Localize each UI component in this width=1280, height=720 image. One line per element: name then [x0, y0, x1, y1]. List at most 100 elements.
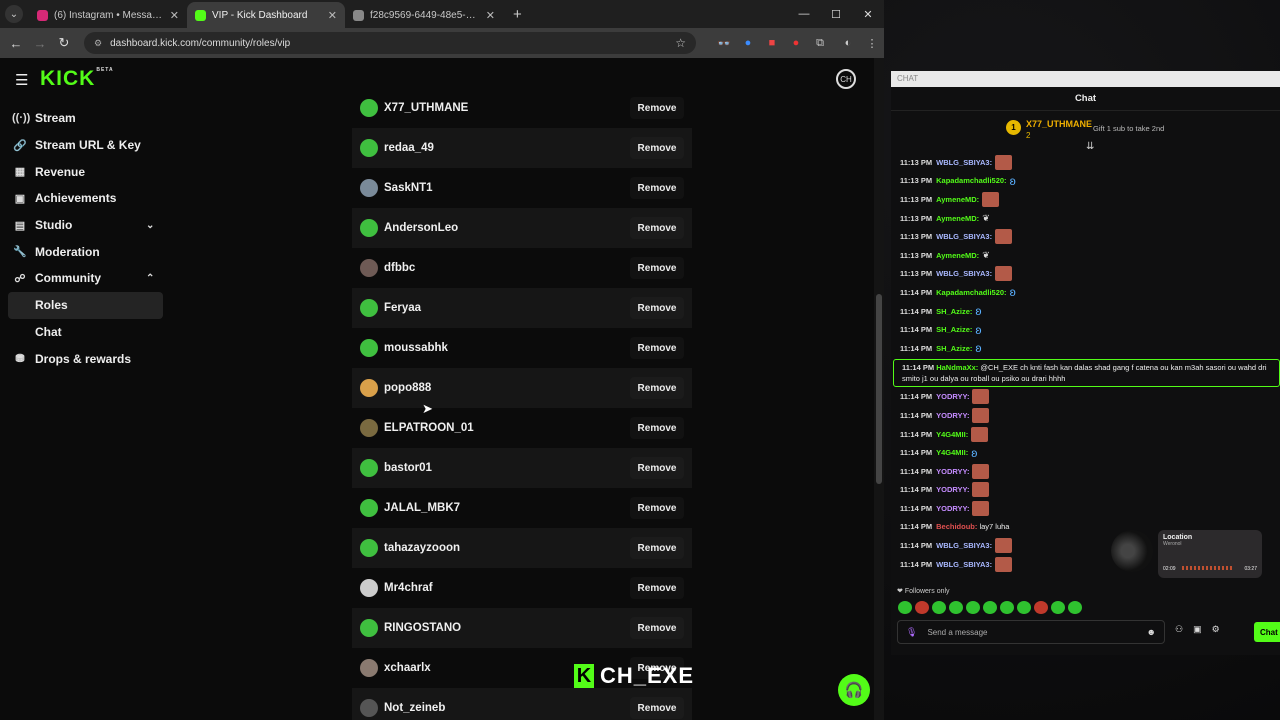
message-user[interactable]: Kapadamchadli520: — [936, 176, 1006, 185]
emote-icon[interactable] — [983, 601, 997, 614]
remove-vip-button[interactable]: Remove — [630, 417, 684, 439]
user-avatar[interactable]: CH — [836, 69, 856, 89]
page-scrollbar[interactable] — [874, 58, 884, 720]
send-chat-button[interactable]: Chat — [1254, 622, 1280, 642]
message-user[interactable]: SH_Azize: — [936, 325, 972, 334]
tab-close-icon[interactable]: ✕ — [328, 9, 337, 22]
message-user[interactable]: Kapadamchadli520: — [936, 288, 1006, 297]
remove-vip-button[interactable]: Remove — [630, 337, 684, 359]
new-tab-plus-icon[interactable]: + — [513, 6, 522, 23]
url-field[interactable]: ⚙ dashboard.kick.com/community/roles/vip… — [84, 32, 696, 54]
sidebar-item-roles[interactable]: Roles — [8, 291, 163, 319]
vip-username[interactable]: Mr4chraf — [384, 582, 433, 594]
browser-tab[interactable]: f28c9569-6449-48e5-9f11-502... ✕ — [345, 2, 503, 28]
remove-vip-button[interactable]: Remove — [630, 617, 684, 639]
extension-record-icon[interactable]: ● — [784, 32, 808, 54]
message-user[interactable]: WBLG_SBIYA3: — [936, 269, 992, 278]
sidebar-item-achievements[interactable]: ▣ Achievements — [0, 185, 175, 212]
remove-vip-button[interactable]: Remove — [630, 217, 684, 239]
emote-icon[interactable] — [1068, 601, 1082, 614]
mic-icon[interactable]: 🎙 — [906, 627, 917, 638]
sidebar-item-stream[interactable]: ((·)) Stream — [0, 105, 175, 132]
emote-icon[interactable] — [1051, 601, 1065, 614]
message-user[interactable]: Y4G4MII: — [936, 430, 968, 439]
vip-username[interactable]: popo888 — [384, 382, 431, 394]
emote-icon[interactable] — [1034, 601, 1048, 614]
chat-message-input[interactable]: 🎙 Send a message ☻ — [897, 620, 1165, 644]
vip-username[interactable]: RINGOSTANO — [384, 622, 461, 634]
emote-icon[interactable] — [1000, 601, 1014, 614]
message-user[interactable]: WBLG_SBIYA3: — [936, 560, 992, 569]
remove-vip-button[interactable]: Remove — [630, 457, 684, 479]
emote-icon[interactable] — [915, 601, 929, 614]
tab-search-chevron-icon[interactable]: ⌄ — [5, 5, 23, 23]
gift-icon[interactable]: ▣ — [1193, 624, 1202, 635]
message-user[interactable]: AymeneMD: — [936, 195, 979, 204]
message-user[interactable]: YODRYY: — [936, 411, 969, 420]
vip-username[interactable]: Not_zeineb — [384, 702, 445, 714]
message-user[interactable]: HaNdmaXx: — [936, 363, 978, 372]
chevron-icon[interactable]: ⌄ — [146, 220, 154, 231]
emoji-picker-icon[interactable]: ☻ — [1147, 627, 1156, 637]
remove-vip-button[interactable]: Remove — [630, 177, 684, 199]
sidebar-item-community[interactable]: ☍ Community ⌃ — [0, 265, 175, 292]
sidebar-item-stream-url-key[interactable]: 🔗 Stream URL & Key — [0, 132, 175, 159]
message-user[interactable]: Y4G4MII: — [936, 448, 968, 457]
support-headset-icon[interactable]: 🎧 — [838, 674, 870, 706]
message-user[interactable]: SH_Azize: — [936, 307, 972, 316]
extensions-puzzle-icon[interactable]: ⧉ — [808, 32, 832, 54]
vip-username[interactable]: SaskNT1 — [384, 182, 433, 194]
sidebar-item-revenue[interactable]: ▦ Revenue — [0, 158, 175, 185]
vip-username[interactable]: bastor01 — [384, 462, 432, 474]
sidebar-item-chat[interactable]: Chat — [0, 319, 175, 346]
hamburger-menu-icon[interactable]: ☰ — [15, 71, 28, 89]
emote-icon[interactable] — [949, 601, 963, 614]
vip-username[interactable]: Feryaa — [384, 302, 421, 314]
forward-arrow-icon[interactable]: → — [28, 36, 52, 51]
remove-vip-button[interactable]: Remove — [630, 377, 684, 399]
remove-vip-button[interactable]: Remove — [630, 297, 684, 319]
remove-vip-button[interactable]: Remove — [630, 697, 684, 719]
emote-icon[interactable] — [966, 601, 980, 614]
reload-icon[interactable]: ↻ — [52, 35, 76, 51]
minimize-icon[interactable]: — — [788, 0, 820, 28]
remove-vip-button[interactable]: Remove — [630, 137, 684, 159]
message-user[interactable]: YODRYY: — [936, 392, 969, 401]
vip-username[interactable]: dfbbc — [384, 262, 415, 274]
remove-vip-button[interactable]: Remove — [630, 537, 684, 559]
remove-vip-button[interactable]: Remove — [630, 577, 684, 599]
remove-vip-button[interactable]: Remove — [630, 97, 684, 119]
site-info-icon[interactable]: ⚙ — [94, 38, 102, 49]
profile-avatar-icon[interactable]: ◐ — [836, 32, 860, 54]
emote-icon[interactable] — [932, 601, 946, 614]
gift-sub-prompt[interactable]: Gift 1 sub to take 2nd — [1093, 124, 1164, 133]
vip-username[interactable]: moussabhk — [384, 342, 448, 354]
sidebar-item-drops-rewards[interactable]: ⛃ Drops & rewards — [0, 345, 175, 372]
browser-menu-icon[interactable]: ⋮ — [860, 32, 884, 54]
vip-username[interactable]: X77_UTHMANE — [384, 102, 468, 114]
sidebar-item-studio[interactable]: ▤ Studio ⌄ — [0, 212, 175, 239]
vip-username[interactable]: AndersonLeo — [384, 222, 458, 234]
vip-username[interactable]: ELPATROON_01 — [384, 422, 474, 434]
chevron-icon[interactable]: ⌃ — [146, 273, 154, 284]
tab-close-icon[interactable]: ✕ — [486, 9, 495, 22]
message-user[interactable]: WBLG_SBIYA3: — [936, 541, 992, 550]
remove-vip-button[interactable]: Remove — [630, 257, 684, 279]
extension-shield-icon[interactable]: ● — [736, 32, 760, 54]
bookmark-star-icon[interactable]: ☆ — [675, 36, 686, 50]
message-user[interactable]: Bechidoub: — [936, 522, 977, 531]
emote-icon[interactable] — [1017, 601, 1031, 614]
sidebar-item-moderation[interactable]: 🔧 Moderation — [0, 238, 175, 265]
vip-username[interactable]: JALAL_MBK7 — [384, 502, 460, 514]
message-user[interactable]: WBLG_SBIYA3: — [936, 158, 992, 167]
extension-red-icon[interactable]: ■ — [760, 32, 784, 54]
close-window-icon[interactable]: ✕ — [852, 0, 884, 28]
browser-tab[interactable]: (6) Instagram • Messages ✕ — [29, 2, 187, 28]
message-user[interactable]: AymeneMD: — [936, 214, 979, 223]
extension-glasses-icon[interactable]: 👓 — [712, 32, 736, 54]
vip-username[interactable]: xchaarlx — [384, 662, 431, 674]
top-gifter-name[interactable]: X77_UTHMANE — [1026, 119, 1092, 129]
collapse-chevron-icon[interactable]: ⇊ — [1086, 141, 1094, 152]
message-user[interactable]: AymeneMD: — [936, 251, 979, 260]
remove-vip-button[interactable]: Remove — [630, 497, 684, 519]
